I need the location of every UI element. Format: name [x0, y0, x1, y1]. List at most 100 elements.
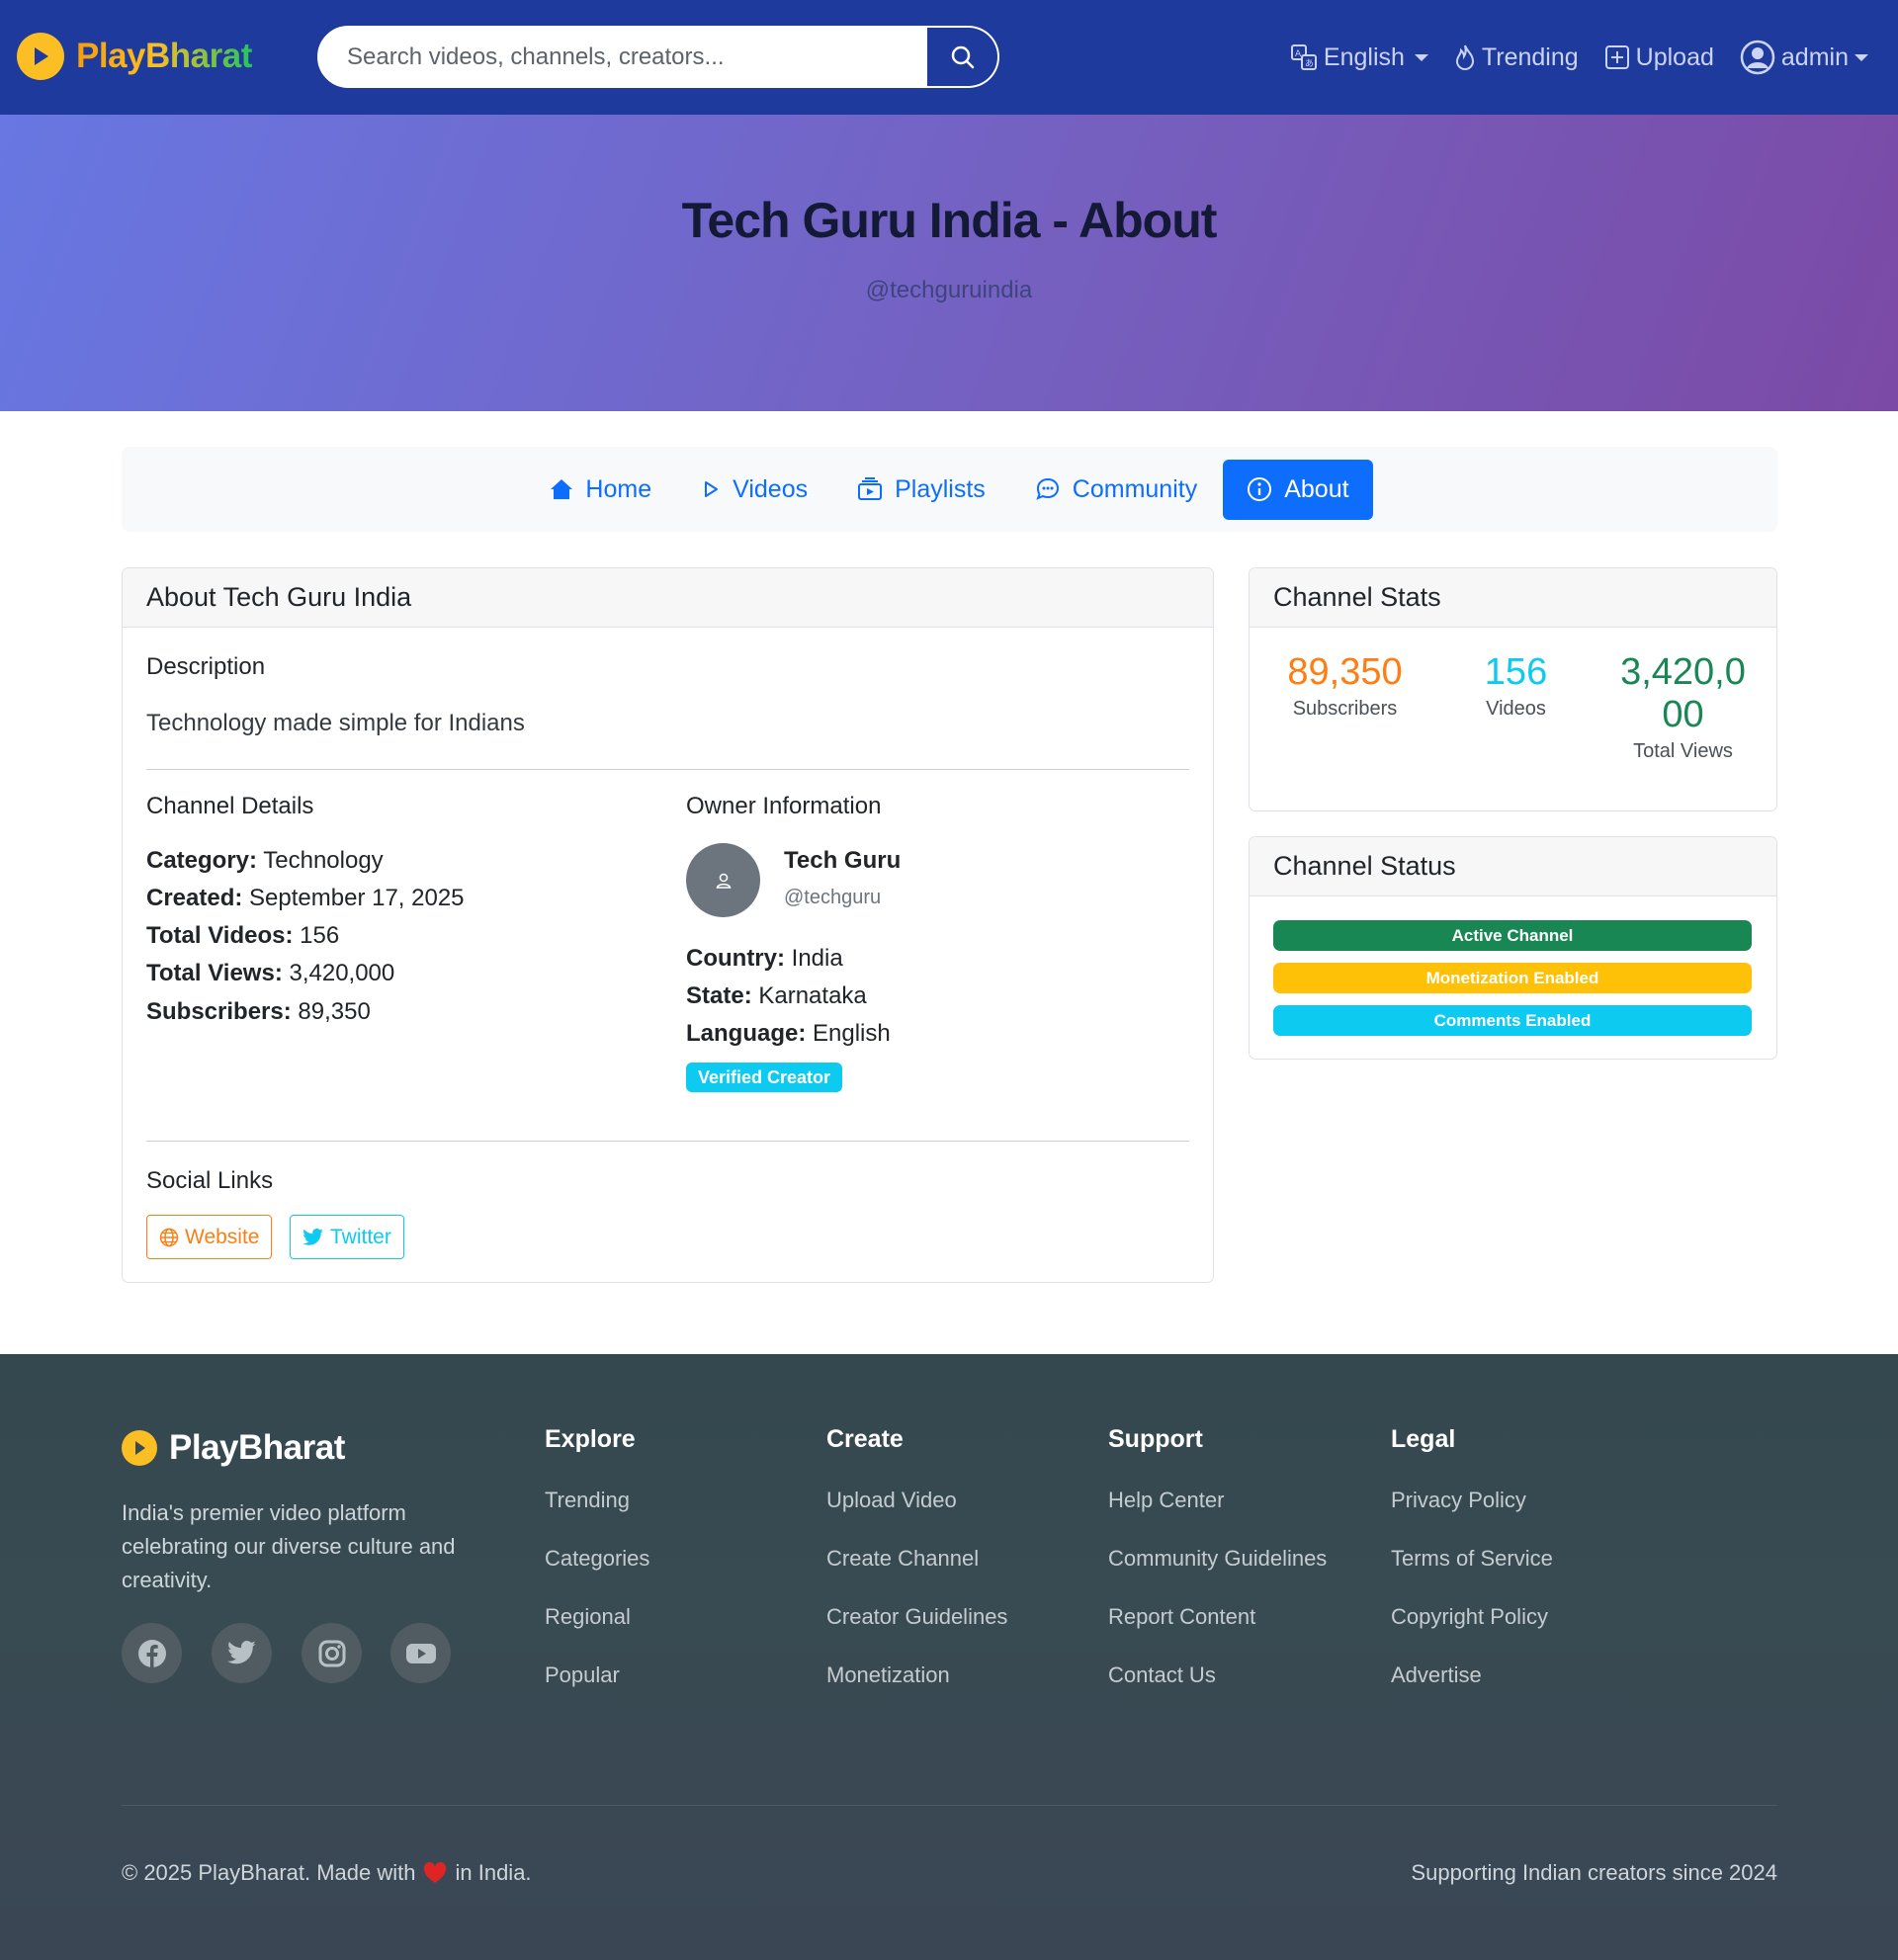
footer-col-legal: Legal Privacy Policy Terms of Service Co… — [1391, 1425, 1553, 1721]
detail-value: 89,350 — [298, 998, 371, 1025]
channel-handle: @techguruindia — [865, 277, 1033, 303]
chat-icon — [1036, 477, 1059, 500]
instagram-icon — [318, 1640, 345, 1666]
tab-playlists[interactable]: Playlists — [833, 460, 1009, 520]
brand-link[interactable]: PlayBharat — [17, 33, 252, 80]
facebook-link[interactable] — [122, 1623, 182, 1683]
footer-link-terms-of-service[interactable]: Terms of Service — [1391, 1546, 1553, 1604]
stat-label: Total Views — [1633, 740, 1733, 762]
divider — [146, 1141, 1189, 1142]
detail-value: English — [813, 1020, 891, 1047]
footer-link-advertise[interactable]: Advertise — [1391, 1662, 1553, 1721]
detail-label: Total Views: — [146, 960, 283, 986]
playlist-icon — [858, 477, 883, 500]
play-logo-icon — [122, 1430, 157, 1466]
trending-link[interactable]: Trending — [1454, 43, 1579, 72]
footer-col-explore: Explore Trending Categories Regional Pop… — [545, 1425, 649, 1721]
footer-link-categories[interactable]: Categories — [545, 1546, 649, 1604]
footer-tagline: India's premier video platform celebrati… — [122, 1500, 456, 1592]
search-icon — [951, 45, 974, 68]
search-form — [317, 26, 999, 88]
owner-avatar — [686, 843, 760, 917]
copyright-text-end: in India. — [455, 1860, 532, 1885]
detail-value: September 17, 2025 — [249, 885, 465, 911]
tab-label: Videos — [733, 474, 809, 503]
search-button[interactable] — [927, 26, 999, 88]
footer-link-create-channel[interactable]: Create Channel — [826, 1546, 1007, 1604]
tab-community[interactable]: Community — [1011, 460, 1221, 520]
description-text: Technology made simple for Indians — [146, 710, 525, 736]
nav-right: Aあ English Trending Upload admin — [1264, 30, 1868, 85]
language-dropdown[interactable]: Aあ English — [1290, 43, 1428, 72]
channel-details-title: Channel Details — [146, 793, 314, 819]
tab-label: Playlists — [895, 474, 986, 503]
user-avatar-icon — [1740, 40, 1775, 75]
tab-about[interactable]: About — [1223, 459, 1373, 520]
detail-value: Technology — [263, 847, 384, 874]
svg-text:あ: あ — [1305, 58, 1314, 69]
navbar: PlayBharat Aあ English Trending Upload ad… — [0, 0, 1898, 115]
stat-label: Subscribers — [1292, 698, 1398, 720]
about-card: About Tech Guru India Description Techno… — [122, 567, 1214, 1283]
chevron-down-icon — [1414, 53, 1428, 61]
footer-col-title: Create — [826, 1425, 904, 1453]
footer-col-title: Explore — [545, 1425, 636, 1453]
footer-link-contact-us[interactable]: Contact Us — [1108, 1662, 1327, 1721]
footer-link-trending[interactable]: Trending — [545, 1488, 649, 1546]
footer-col-title: Legal — [1391, 1425, 1456, 1453]
upload-link[interactable]: Upload — [1604, 43, 1714, 72]
tab-label: Community — [1072, 474, 1198, 503]
footer-link-regional[interactable]: Regional — [545, 1604, 649, 1662]
footer-since: Supporting Indian creators since 2024 — [1411, 1860, 1777, 1885]
footer-link-copyright-policy[interactable]: Copyright Policy — [1391, 1604, 1553, 1662]
website-link-button[interactable]: Website — [146, 1215, 273, 1259]
tab-videos[interactable]: Videos — [677, 460, 831, 520]
social-links-title: Social Links — [146, 1167, 274, 1194]
stat-value-line1: 3,420,0 — [1620, 651, 1746, 693]
detail-value: India — [791, 945, 843, 972]
footer-link-creator-guidelines[interactable]: Creator Guidelines — [826, 1604, 1007, 1662]
footer-brand[interactable]: PlayBharat — [122, 1428, 345, 1468]
instagram-link[interactable] — [302, 1623, 362, 1683]
detail-subscribers: Subscribers: 89,350 — [146, 998, 371, 1026]
footer-link-upload-video[interactable]: Upload Video — [826, 1488, 1007, 1546]
footer-link-popular[interactable]: Popular — [545, 1662, 649, 1721]
page-title: Tech Guru India - About — [681, 193, 1218, 248]
search-input[interactable] — [317, 26, 927, 88]
house-icon — [551, 479, 573, 499]
about-card-header: About Tech Guru India — [123, 568, 1213, 628]
stat-videos: 156 Videos — [1444, 651, 1588, 721]
detail-total-views: Total Views: 3,420,000 — [146, 960, 394, 987]
detail-total-videos: Total Videos: 156 — [146, 922, 339, 950]
detail-language: Language: English — [686, 1020, 891, 1048]
detail-state: State: Karnataka — [686, 982, 867, 1010]
status-badge-active: Active Channel — [1273, 920, 1752, 951]
footer-link-monetization[interactable]: Monetization — [826, 1662, 1007, 1721]
twitter-link[interactable] — [212, 1623, 272, 1683]
stat-value: 89,350 — [1287, 651, 1403, 693]
heart-icon — [424, 1862, 447, 1883]
detail-label: Created: — [146, 885, 243, 911]
play-logo-icon — [17, 33, 64, 80]
stat-value: 156 — [1484, 651, 1548, 693]
tab-label: About — [1284, 474, 1349, 503]
detail-label: Country: — [686, 945, 785, 972]
detail-label: Category: — [146, 847, 258, 874]
twitter-icon — [302, 1228, 323, 1245]
channel-status-card: Channel Status Active Channel Monetizati… — [1249, 836, 1777, 1060]
twitter-link-button[interactable]: Twitter — [290, 1215, 404, 1259]
footer-link-community-guidelines[interactable]: Community Guidelines — [1108, 1546, 1327, 1604]
globe-icon — [159, 1228, 179, 1246]
tab-home[interactable]: Home — [526, 460, 675, 520]
verified-creator-badge: Verified Creator — [686, 1063, 843, 1092]
twitter-label: Twitter — [330, 1225, 391, 1248]
footer-link-report-content[interactable]: Report Content — [1108, 1604, 1327, 1662]
channel-stats-card: Channel Stats 89,350 Subscribers 156 Vid… — [1249, 567, 1777, 811]
stat-total-views: 3,420,0 00 Total Views — [1611, 651, 1755, 763]
footer-link-privacy-policy[interactable]: Privacy Policy — [1391, 1488, 1553, 1546]
status-badge-comments: Comments Enabled — [1273, 1005, 1752, 1036]
footer-link-help-center[interactable]: Help Center — [1108, 1488, 1327, 1546]
user-dropdown[interactable]: admin — [1740, 40, 1868, 75]
youtube-link[interactable] — [390, 1623, 451, 1683]
footer-divider — [122, 1805, 1777, 1806]
